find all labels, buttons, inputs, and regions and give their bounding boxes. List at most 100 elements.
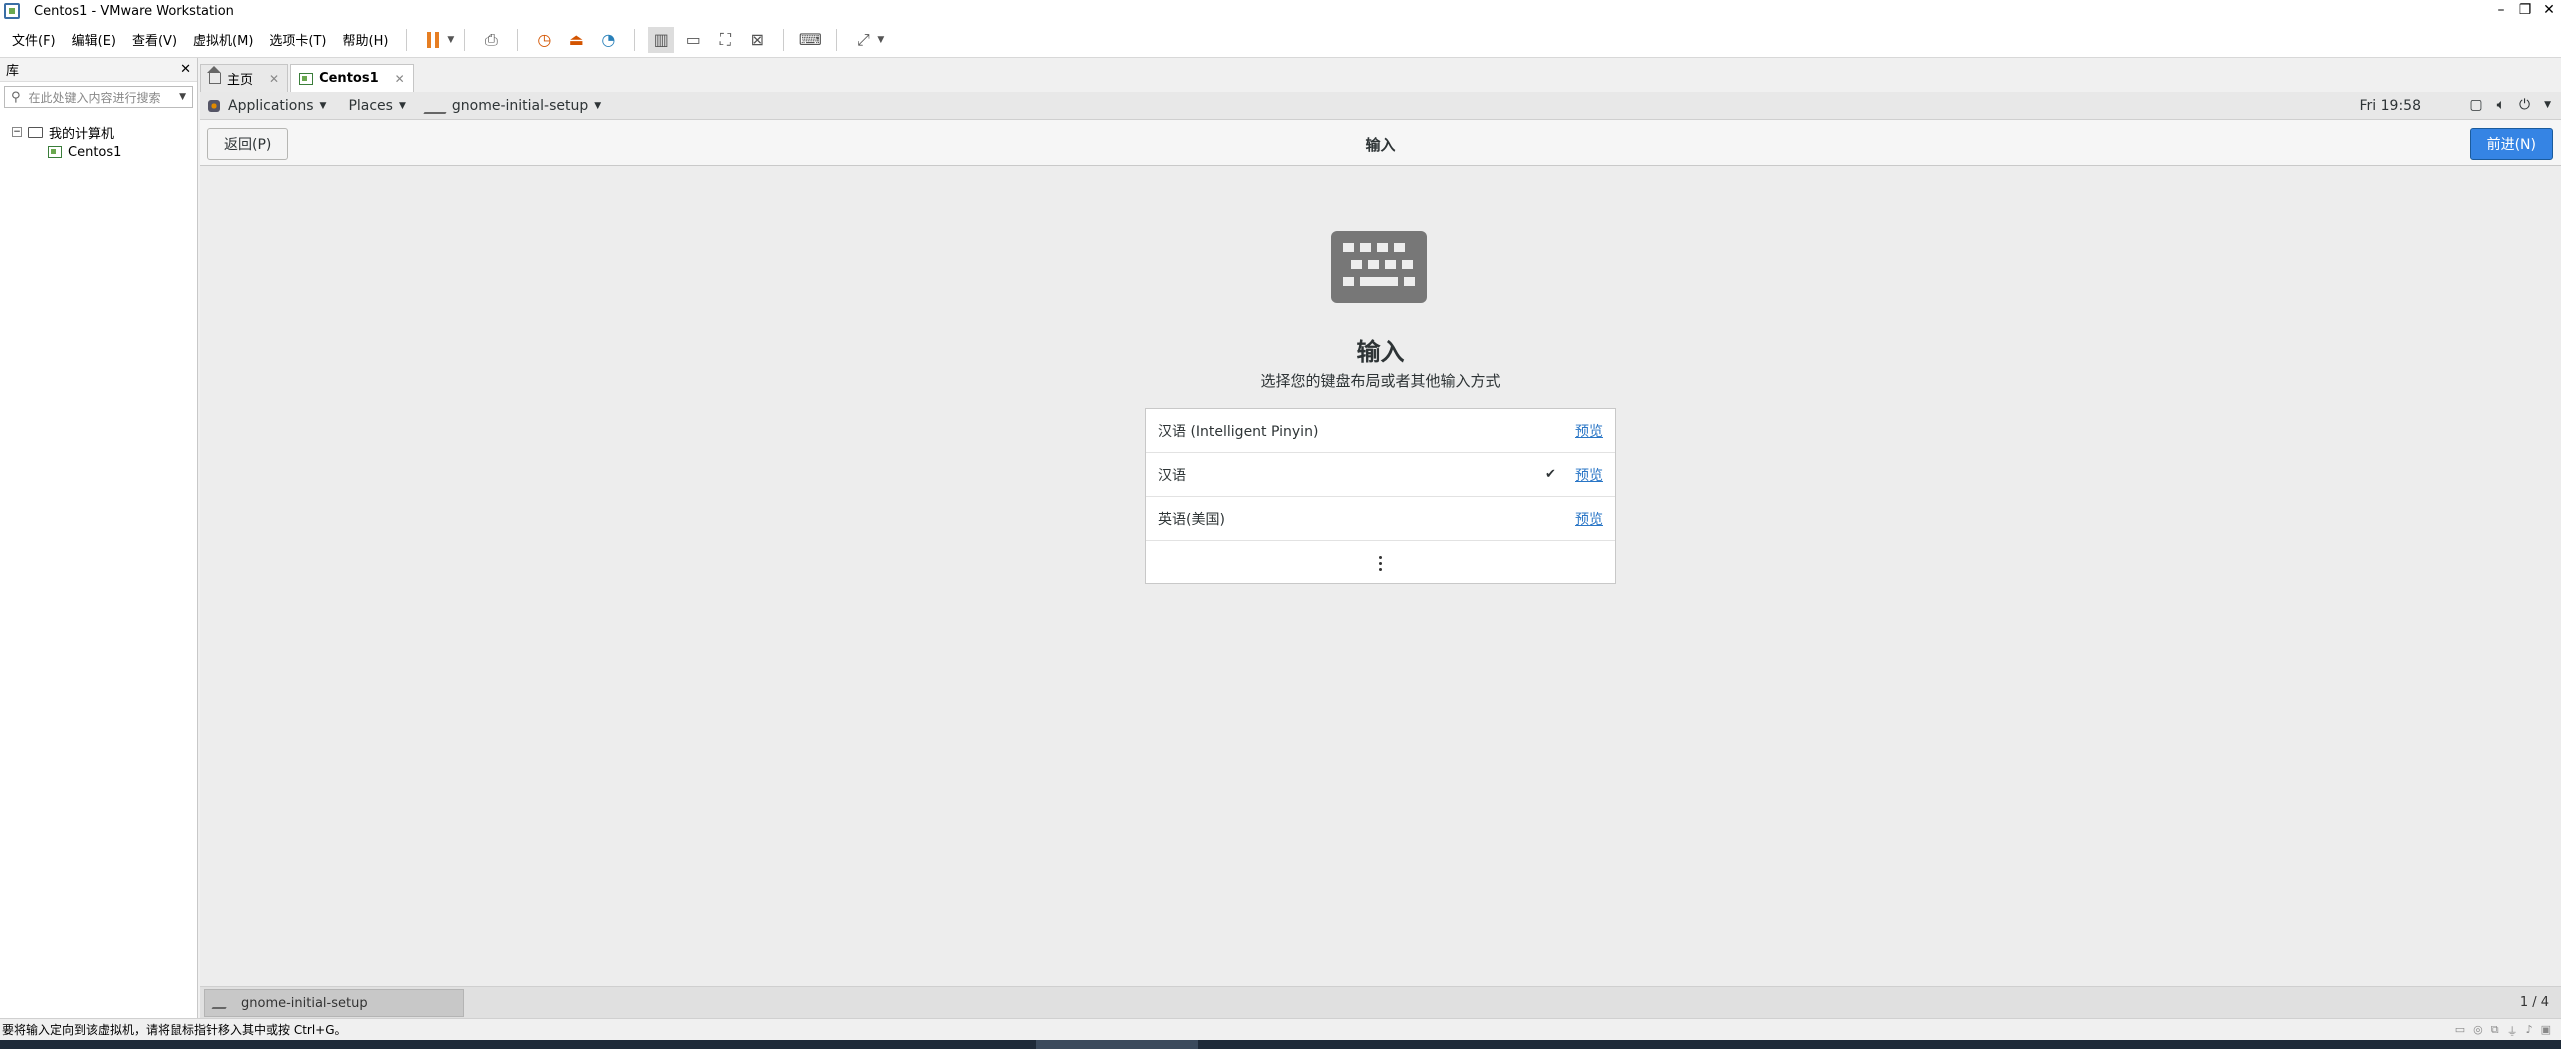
window-list-label: gnome-initial-setup [241, 995, 368, 1011]
snapshot-manager-icon: ◔ [601, 30, 616, 49]
volume-icon: 🔈︎ [2496, 97, 2505, 113]
page-subtitle: 选择您的键盘布局或者其他输入方式 [1260, 372, 1501, 390]
home-icon [207, 66, 221, 84]
menu-file[interactable]: 文件(F) [4, 30, 64, 49]
tab-centos1[interactable]: Centos1 ✕ [290, 64, 414, 92]
chevron-down-icon: ▼ [319, 100, 327, 111]
input-source-row[interactable]: 汉语 ✔ 预览 [1146, 453, 1615, 497]
display-icon[interactable]: ▣ [2541, 1023, 2551, 1039]
maximize-button[interactable]: ❐ [2513, 0, 2537, 22]
tools-icon [423, 97, 455, 114]
minimize-button[interactable]: – [2489, 0, 2513, 22]
keyboard-icon [1331, 231, 1427, 303]
tree-item-my-computer[interactable]: − 我的计算机 [0, 122, 197, 142]
host-taskbar-item[interactable] [1036, 1040, 1198, 1049]
toolbar-separator [517, 28, 519, 51]
snapshot-manager-button[interactable]: ◔ [595, 27, 621, 53]
places-label: Places [348, 97, 393, 114]
search-icon: ⚲ [11, 89, 21, 105]
menu-vm[interactable]: 虚拟机(M) [185, 30, 261, 49]
input-source-list: 汉语 (Intelligent Pinyin) 预览 汉语 ✔ 预览 英语(美国… [1145, 408, 1616, 584]
chevron-down-icon: ▼ [398, 100, 406, 111]
pause-dropdown-icon[interactable]: ▼ [447, 35, 454, 45]
window-list-item[interactable]: gnome-initial-setup [204, 989, 464, 1017]
console-view-button[interactable]: ⌨ [797, 27, 823, 53]
chevron-down-icon: ▼ [2544, 100, 2551, 110]
vm-running-icon [299, 72, 314, 85]
applications-label: Applications [228, 97, 314, 114]
usb-icon[interactable]: ⏚ [2507, 1023, 2518, 1039]
close-window-button[interactable]: ✕ [2537, 0, 2561, 22]
unity-icon: ⊠ [750, 30, 765, 49]
hdd-icon[interactable]: ▭ [2455, 1023, 2465, 1039]
applications-menu[interactable]: Applications ▼ [208, 98, 326, 114]
menu-edit[interactable]: 编辑(E) [64, 30, 124, 49]
app-menu-label: gnome-initial-setup [451, 97, 589, 114]
unity-button[interactable]: ⊠ [744, 27, 770, 53]
preview-link[interactable]: 预览 [1575, 465, 1603, 485]
send-ctrl-alt-del-button[interactable]: ⎙ [478, 27, 504, 53]
library-header: 库 ✕ [0, 58, 197, 82]
tree-item-label: Centos1 [68, 144, 122, 160]
next-button[interactable]: 前进(N) [2469, 128, 2553, 160]
terminal-icon: ⌨ [798, 30, 822, 49]
revert-snapshot-icon: ⏏ [568, 30, 584, 49]
snapshot-button[interactable]: ◷ [531, 27, 557, 53]
toolbar-separator [634, 28, 636, 51]
gnome-foot-icon [208, 99, 220, 112]
system-tray[interactable]: ▢ 🔈︎ ⏻ ▼ [2469, 97, 2551, 113]
tab-label: 主页 [227, 73, 254, 88]
input-source-row[interactable]: 英语(美国) 预览 [1146, 497, 1615, 541]
toolbar-separator [783, 28, 785, 51]
fullscreen-button[interactable]: ⛶ [712, 27, 738, 53]
app-menu[interactable]: gnome-initial-setup ▼ [423, 97, 601, 114]
checkmark-icon: ✔ [1545, 467, 1556, 482]
toolbar-separator [406, 28, 408, 51]
more-sources-button[interactable] [1146, 541, 1615, 585]
show-library-button[interactable]: ▥ [648, 26, 675, 53]
show-thumbnail-button[interactable]: ▭ [680, 27, 706, 53]
collapse-icon[interactable]: − [12, 127, 22, 137]
input-source-row[interactable]: 汉语 (Intelligent Pinyin) 预览 [1146, 409, 1615, 453]
gnome-bottom-bar: gnome-initial-setup 1 / 4 [200, 986, 2561, 1018]
pause-icon [427, 31, 440, 48]
stretch-view-button[interactable]: ⤢ [850, 27, 876, 53]
menu-bar: 文件(F) 编辑(E) 查看(V) 虚拟机(M) 选项卡(T) 帮助(H) ▼ … [0, 22, 2561, 58]
search-dropdown-icon[interactable]: ▼ [179, 92, 186, 102]
menu-help[interactable]: 帮助(H) [335, 30, 397, 49]
pause-button[interactable] [420, 27, 446, 53]
network-icon[interactable]: ⧉ [2491, 1023, 2499, 1039]
vm-console[interactable]: Applications ▼ Places ▼ gnome-initial-se… [200, 92, 2561, 1018]
cd-icon[interactable]: ◎ [2473, 1023, 2483, 1039]
sidebar-layout-icon: ▥ [653, 30, 669, 49]
tab-strip: 主页 ✕ Centos1 ✕ [200, 64, 416, 92]
header-title: 输入 [1365, 136, 1396, 154]
gnome-top-bar: Applications ▼ Places ▼ gnome-initial-se… [200, 92, 2561, 120]
library-search-input[interactable]: ⚲ 在此处键入内容进行搜索 ▼ [4, 86, 193, 108]
thumbnail-layout-icon: ▭ [685, 30, 701, 49]
page-title: 输入 [1356, 338, 1405, 366]
menu-view[interactable]: 查看(V) [124, 30, 185, 49]
host-taskbar [0, 1040, 2561, 1049]
tools-icon [211, 997, 233, 1009]
preview-link[interactable]: 预览 [1575, 509, 1603, 529]
menu-tabs[interactable]: 选项卡(T) [261, 30, 334, 49]
preview-link[interactable]: 预览 [1575, 421, 1603, 441]
tree-item-centos1[interactable]: Centos1 [0, 142, 197, 162]
close-tab-icon[interactable]: ✕ [395, 72, 405, 86]
input-source-name: 汉语 (Intelligent Pinyin) [1158, 423, 1319, 440]
close-library-button[interactable]: ✕ [180, 62, 191, 77]
more-vertical-icon [1379, 555, 1382, 571]
revert-snapshot-button[interactable]: ⏏ [563, 27, 589, 53]
workspace-indicator[interactable]: 1 / 4 [2520, 995, 2549, 1010]
power-icon: ⏻ [2519, 97, 2531, 113]
close-tab-icon[interactable]: ✕ [269, 72, 279, 86]
computer-icon [28, 126, 43, 138]
sound-icon[interactable]: ♪ [2526, 1023, 2533, 1039]
setup-content: 输入 选择您的键盘布局或者其他输入方式 汉语 (Intelligent Piny… [200, 166, 2561, 978]
stretch-dropdown-icon[interactable]: ▼ [877, 35, 884, 45]
clock[interactable]: Fri 19:58 [2360, 98, 2421, 114]
tab-home[interactable]: 主页 ✕ [200, 64, 289, 92]
status-bar: 要将输入定向到该虚拟机，请将鼠标指针移入其中或按 Ctrl+G。 ▭ ◎ ⧉ ⏚… [0, 1018, 2561, 1040]
places-menu[interactable]: Places ▼ [348, 98, 405, 114]
